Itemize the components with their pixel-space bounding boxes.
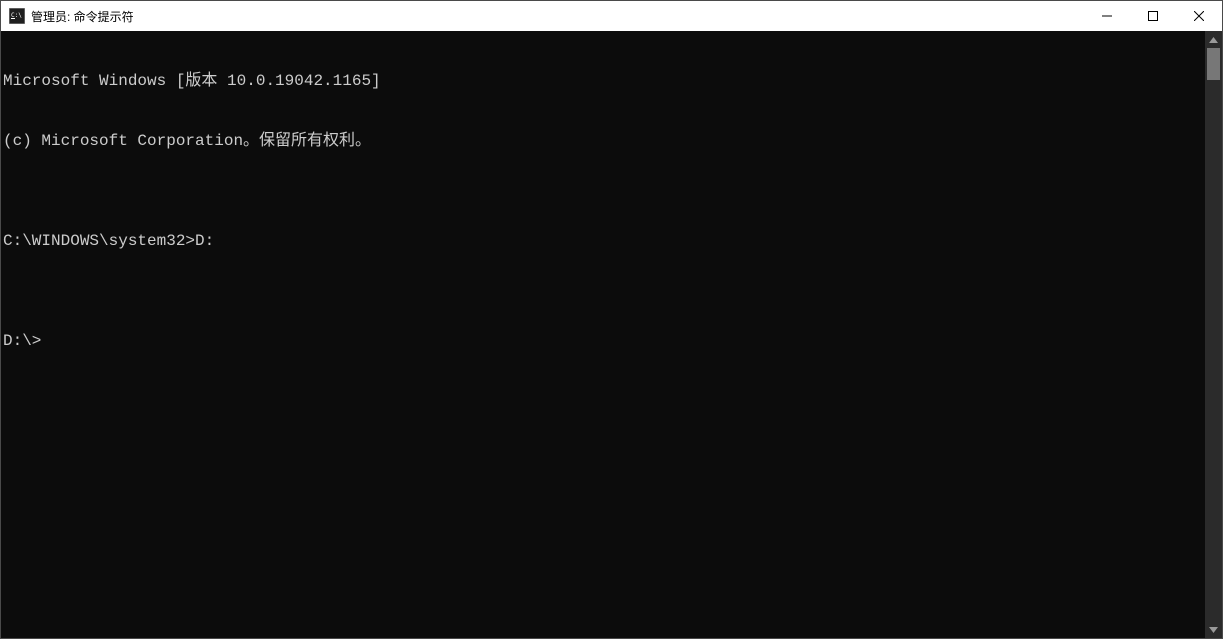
scroll-down-button[interactable] [1205, 621, 1222, 638]
terminal-line: C:\WINDOWS\system32>D: [3, 231, 1205, 251]
client-area: Microsoft Windows [版本 10.0.19042.1165] (… [1, 31, 1222, 638]
scroll-up-button[interactable] [1205, 31, 1222, 48]
minimize-button[interactable] [1084, 1, 1130, 31]
close-icon [1194, 11, 1204, 21]
vertical-scrollbar[interactable] [1205, 31, 1222, 638]
titlebar[interactable]: C:\ 管理员: 命令提示符 [1, 1, 1222, 31]
maximize-button[interactable] [1130, 1, 1176, 31]
scrollbar-thumb[interactable] [1207, 48, 1220, 80]
chevron-down-icon [1209, 627, 1218, 633]
maximize-icon [1148, 11, 1158, 21]
window-controls [1084, 1, 1222, 31]
scrollbar-track[interactable] [1205, 48, 1222, 621]
terminal-line: (c) Microsoft Corporation。保留所有权利。 [3, 131, 1205, 151]
chevron-up-icon [1209, 37, 1218, 43]
window-title: 管理员: 命令提示符 [31, 8, 134, 25]
cmd-icon: C:\ [9, 8, 25, 24]
terminal-output[interactable]: Microsoft Windows [版本 10.0.19042.1165] (… [1, 31, 1205, 638]
minimize-icon [1102, 11, 1112, 21]
terminal-prompt: D:\> [3, 331, 1205, 351]
close-button[interactable] [1176, 1, 1222, 31]
svg-text:C:\: C:\ [11, 12, 22, 19]
cmd-window: C:\ 管理员: 命令提示符 [0, 0, 1223, 639]
terminal-line: Microsoft Windows [版本 10.0.19042.1165] [3, 71, 1205, 91]
